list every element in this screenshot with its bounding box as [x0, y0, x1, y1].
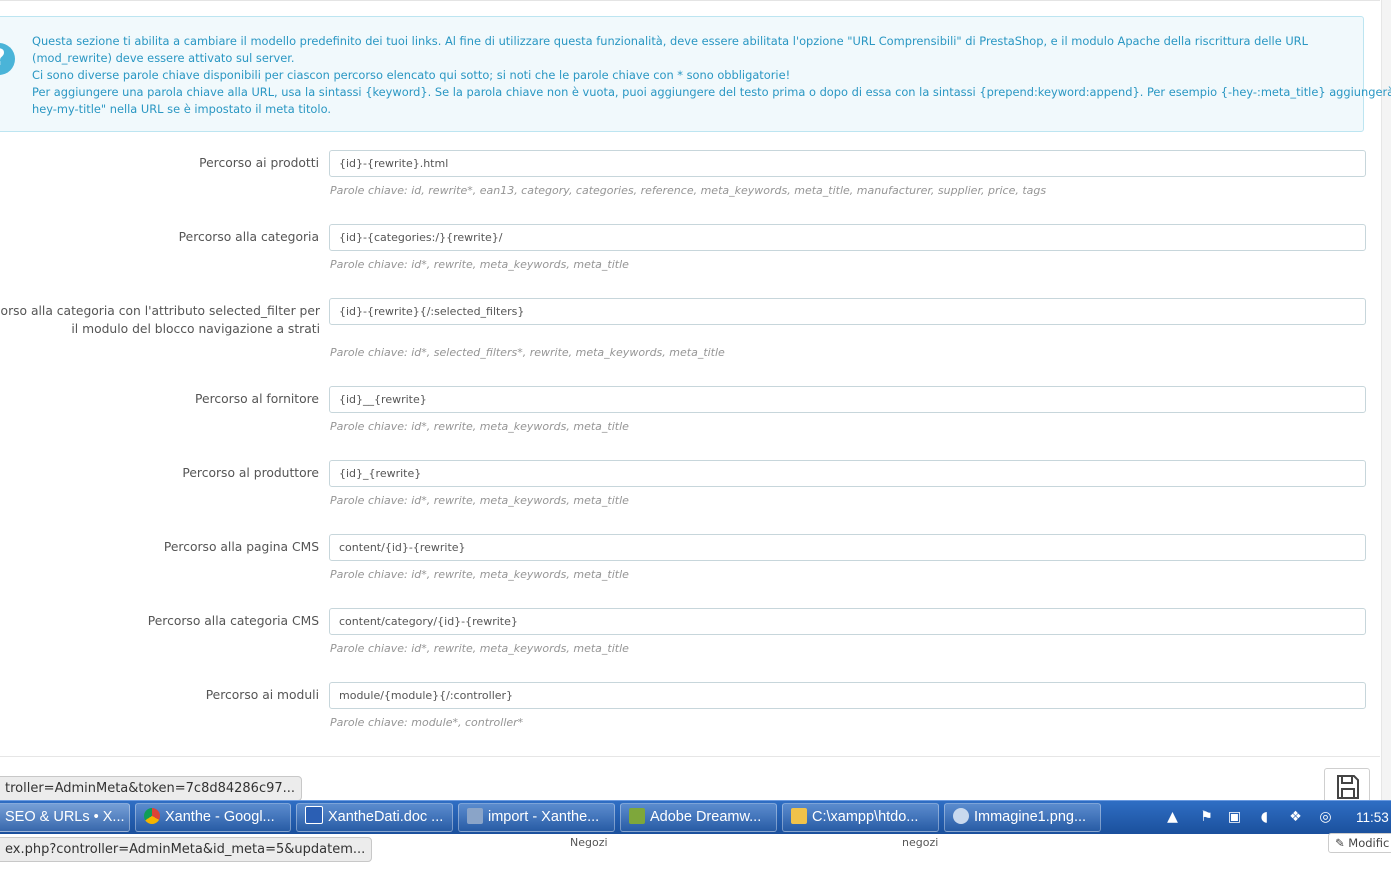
- folder-icon: [791, 808, 807, 824]
- dreamweaver-icon: [629, 808, 645, 824]
- taskbar-item-word[interactable]: XantheDati.doc ...: [296, 803, 453, 832]
- route-label: rcorso alla categoria con l'attributo se…: [0, 302, 320, 338]
- route-label: Percorso ai moduli: [205, 688, 319, 702]
- chrome-icon: [144, 808, 160, 824]
- status-bar-link: troller=AdminMeta&token=7c8d84286c97...: [0, 776, 303, 801]
- route-help: Parole chiave: id*, rewrite, meta_keywor…: [330, 568, 629, 581]
- taskbar-item-label: XantheDati.doc ...: [328, 809, 444, 825]
- dropbox-icon[interactable]: ❖: [1287, 809, 1304, 826]
- modify-label: Modific: [1348, 836, 1390, 850]
- taskbar-item-label: Adobe Dreamw...: [650, 809, 762, 825]
- taskbar-clock[interactable]: 11:53: [1356, 810, 1389, 825]
- route-label: Percorso alla pagina CMS: [163, 540, 319, 554]
- route-label-line2: il modulo del blocco navigazione a strat…: [71, 322, 320, 336]
- route-label-line1: rcorso alla categoria con l'attributo se…: [0, 304, 320, 318]
- top-divider: [0, 0, 1380, 1]
- status-bar-url: ex.php?controller=AdminMeta&id_meta=5&up…: [0, 837, 373, 862]
- route-label: Percorso al fornitore: [195, 392, 319, 406]
- route-help: Parole chiave: id*, rewrite, meta_keywor…: [330, 642, 629, 655]
- shop-label: negozi: [902, 836, 939, 849]
- route-help: Parole chiave: id, rewrite*, ean13, cate…: [330, 184, 1047, 197]
- route-input-product[interactable]: [329, 150, 1366, 177]
- route-label: Percorso alla categoria: [178, 230, 319, 244]
- route-label: Percorso al produttore: [182, 466, 319, 480]
- taskbar-item-label: C:\xampp\htdo...: [812, 809, 919, 825]
- taskbar-item-chrome[interactable]: Xanthe - Googl...: [135, 803, 291, 832]
- info-line: Ci sono diverse parole chiave disponibil…: [32, 68, 791, 82]
- route-label: Percorso ai prodotti: [199, 156, 319, 170]
- route-input-cms[interactable]: [329, 534, 1366, 561]
- route-help: Parole chiave: id*, rewrite, meta_keywor…: [330, 494, 629, 507]
- route-help: Parole chiave: id*, rewrite, meta_keywor…: [330, 258, 629, 271]
- route-help: Parole chiave: id*, rewrite, meta_keywor…: [330, 420, 629, 433]
- route-input-module[interactable]: [329, 682, 1366, 709]
- windows-taskbar: SEO & URLs • X... Xanthe - Googl... Xant…: [0, 800, 1391, 835]
- taskbar-item-import[interactable]: import - Xanthe...: [458, 803, 615, 832]
- paint-icon: [953, 808, 969, 824]
- taskbar-item-dreamweaver[interactable]: Adobe Dreamw...: [620, 803, 777, 832]
- sync-icon[interactable]: ◎: [1317, 809, 1334, 826]
- modify-button[interactable]: ✎ Modific: [1328, 833, 1391, 853]
- taskbar-item-label: SEO & URLs • X...: [5, 809, 125, 825]
- info-line: Questa sezione ti abilita a cambiare il …: [32, 34, 1308, 48]
- info-line: hey-my-title" nella URL se è impostato i…: [32, 102, 331, 116]
- network-icon[interactable]: ▣: [1226, 809, 1243, 826]
- route-input-supplier[interactable]: [329, 386, 1366, 413]
- info-line: Per aggiungere una parola chiave alla UR…: [32, 85, 1391, 99]
- show-hidden-icons-button[interactable]: ▲: [1164, 809, 1181, 826]
- taskbar-item-label: Xanthe - Googl...: [165, 809, 275, 825]
- taskbar-item-label: import - Xanthe...: [488, 809, 600, 825]
- taskbar-item-seo-urls[interactable]: SEO & URLs • X...: [0, 803, 130, 832]
- volume-icon[interactable]: ◖: [1256, 809, 1273, 826]
- taskbar-item-label: Immagine1.png...: [974, 809, 1087, 825]
- question-icon: ?: [0, 43, 15, 75]
- route-input-category[interactable]: [329, 224, 1366, 251]
- action-center-flag-icon[interactable]: ⚑: [1198, 809, 1215, 826]
- taskbar-item-paint[interactable]: Immagine1.png...: [944, 803, 1101, 832]
- route-input-manufacturer[interactable]: [329, 460, 1366, 487]
- database-icon: [467, 808, 483, 824]
- floppy-disk-icon: [1337, 775, 1359, 799]
- info-line: (mod_rewrite) deve essere attivato sul s…: [32, 51, 295, 65]
- word-icon: [305, 806, 323, 824]
- route-help: Parole chiave: module*, controller*: [330, 716, 524, 729]
- page-scrollbar[interactable]: [1381, 0, 1391, 800]
- form-footer-divider: [0, 756, 1380, 757]
- route-input-cms-category[interactable]: [329, 608, 1366, 635]
- route-help: Parole chiave: id*, selected_filters*, r…: [330, 346, 725, 359]
- info-alert: ? Questa sezione ti abilita a cambiare i…: [0, 16, 1391, 132]
- taskbar-item-explorer[interactable]: C:\xampp\htdo...: [782, 803, 939, 832]
- route-input-layered[interactable]: [329, 298, 1366, 325]
- route-label: Percorso alla categoria CMS: [147, 614, 319, 628]
- pencil-icon: ✎: [1335, 836, 1345, 850]
- shop-label: Negozi: [570, 836, 608, 849]
